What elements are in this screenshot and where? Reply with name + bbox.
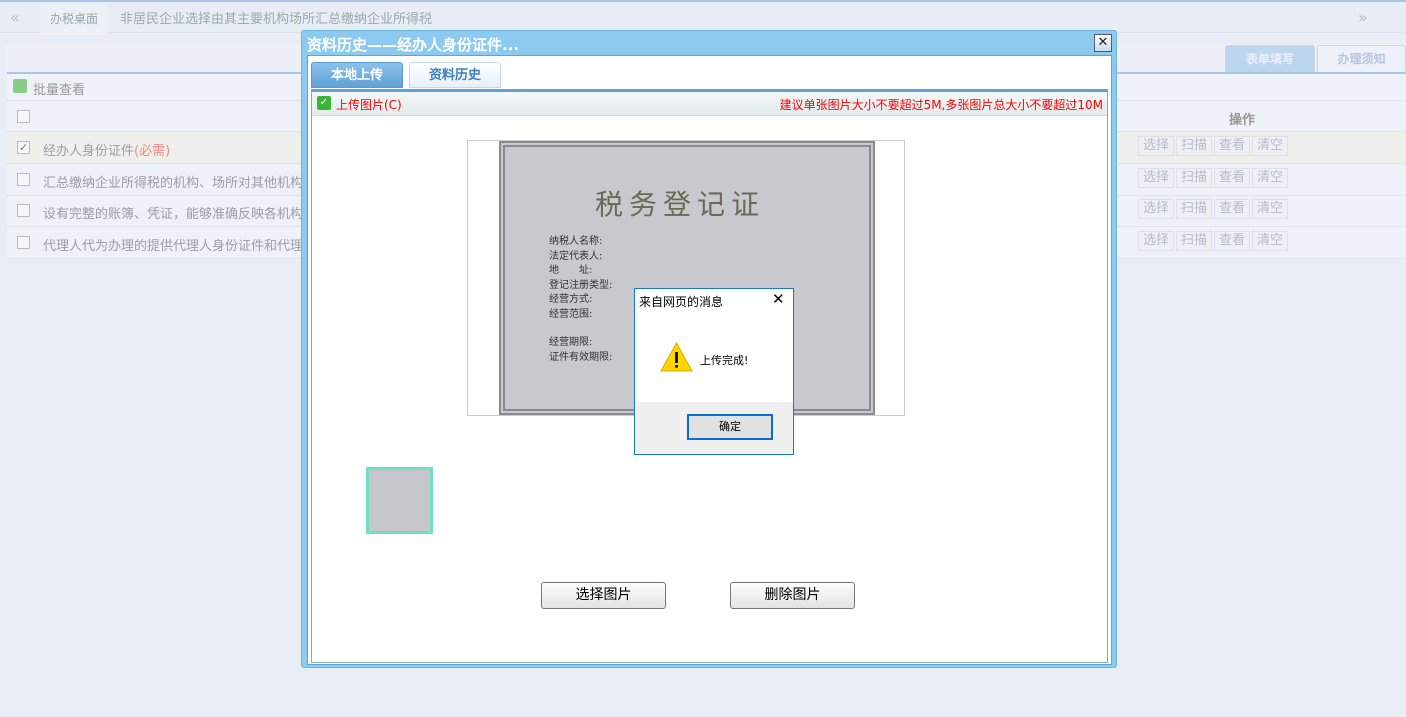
size-hint: 建议单张图片大小不要超过5M,多张图片总大小不要超过10M: [779, 98, 1103, 112]
choose-button[interactable]: 选择: [1138, 168, 1175, 188]
delete-image-button[interactable]: 删除图片: [730, 582, 855, 609]
scan-button[interactable]: 扫描: [1176, 231, 1213, 251]
dialog-title: 资料历史——经办人身份证件...: [307, 36, 520, 54]
row-checkbox[interactable]: ✓: [17, 141, 30, 154]
select-image-button[interactable]: 选择图片: [541, 582, 666, 609]
scan-button[interactable]: 扫描: [1176, 199, 1213, 219]
certificate-heading: 税务登记证: [595, 188, 766, 221]
alert-dialog: 来自网页的消息 ✕ 上传完成! 确定: [634, 288, 794, 455]
close-icon[interactable]: ✕: [1094, 34, 1112, 52]
required-tag: (必需): [134, 144, 171, 159]
row-text: 汇总缴纳企业所得税的机构、场所对其他机构、场: [43, 176, 313, 191]
view-button[interactable]: 查看: [1214, 231, 1251, 251]
view-button[interactable]: 查看: [1214, 168, 1251, 188]
tab-local-upload[interactable]: 本地上传: [311, 62, 403, 88]
warning-icon: [660, 342, 693, 372]
scroll-left-icon[interactable]: «: [10, 8, 20, 27]
row-text: 设有完整的账簿、凭证，能够准确反映各机构、场: [43, 207, 313, 222]
clear-button[interactable]: 清空: [1252, 199, 1289, 219]
alert-title: 来自网页的消息: [639, 295, 724, 309]
ops-header: 操作: [1229, 113, 1256, 128]
choose-button[interactable]: 选择: [1138, 199, 1175, 219]
alert-message: 上传完成!: [700, 354, 749, 367]
upload-toolbar: ✓ 上传图片(C) 建议单张图片大小不要超过5M,多张图片总大小不要超过10M: [312, 92, 1107, 116]
row-checkbox[interactable]: [17, 204, 30, 217]
row-checkbox[interactable]: [17, 173, 30, 186]
scan-button[interactable]: 扫描: [1176, 168, 1213, 188]
clear-button[interactable]: 清空: [1252, 168, 1289, 188]
clear-button[interactable]: 清空: [1252, 136, 1289, 156]
view-button[interactable]: 查看: [1214, 199, 1251, 219]
view-button[interactable]: 查看: [1214, 136, 1251, 156]
alert-footer: 确定: [635, 402, 793, 454]
row-checkbox[interactable]: [17, 236, 30, 249]
top-tab-bar: « 办税桌面 非居民企业选择由其主要机构场所汇总缴纳企业所得税 ✕ »: [0, 0, 1406, 35]
ok-button[interactable]: 确定: [687, 414, 773, 440]
choose-button[interactable]: 选择: [1138, 231, 1175, 251]
check-icon: ✓: [317, 96, 331, 110]
upload-image-button[interactable]: 上传图片(C): [336, 96, 402, 113]
batch-view-icon: [13, 79, 27, 93]
scroll-right-icon[interactable]: »: [1358, 8, 1368, 27]
scan-button[interactable]: 扫描: [1176, 136, 1213, 156]
image-thumbnail[interactable]: [366, 467, 433, 534]
close-icon[interactable]: ✕: [772, 290, 785, 308]
row-text: 代理人代为办理的提供代理人身份证件和代理委托: [43, 239, 313, 254]
tab-form-fill[interactable]: 表单填写: [1225, 45, 1315, 72]
close-tab-icon[interactable]: ✕: [419, 10, 429, 24]
choose-button[interactable]: 选择: [1138, 136, 1175, 156]
batch-view-button[interactable]: 批量查看: [33, 79, 85, 98]
certificate-fields: 纳税人名称: 法定代表人: 地 址: 登记注册类型: 经营方式: 经营范围: 经营期限: 证件…: [549, 236, 613, 363]
clear-button[interactable]: 清空: [1252, 231, 1289, 251]
tab-instructions[interactable]: 办理须知: [1317, 45, 1406, 72]
tab-home[interactable]: 办税桌面: [40, 4, 109, 35]
row-text: 经办人身份证件: [43, 144, 135, 159]
tab-history[interactable]: 资料历史: [409, 62, 501, 88]
select-all-checkbox[interactable]: [17, 110, 30, 123]
